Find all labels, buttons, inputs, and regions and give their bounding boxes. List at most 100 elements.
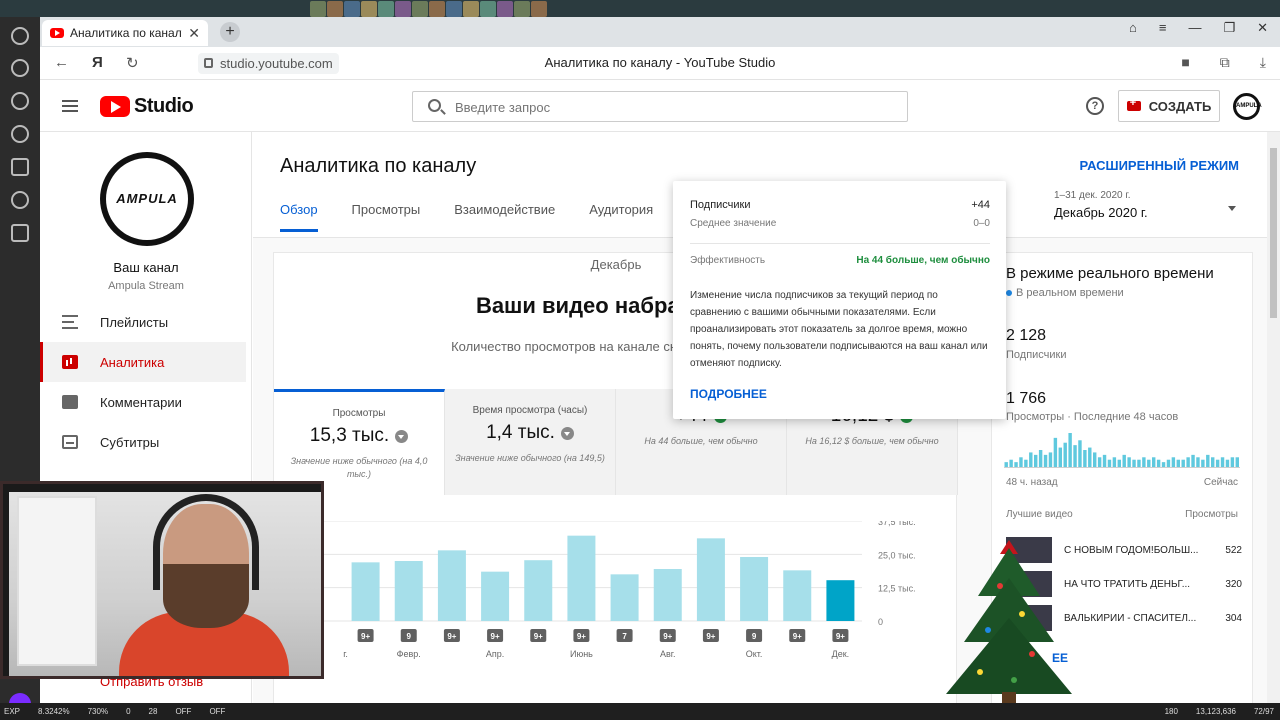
tab-overview[interactable]: Обзор — [280, 202, 318, 232]
video-count-badge-label: 9+ — [447, 632, 456, 641]
help-icon[interactable]: ? — [1086, 97, 1104, 115]
webcam-overlay — [0, 481, 324, 679]
window-controls: ⌂ ≡ — ❐ ✕ — [1129, 20, 1268, 36]
bookmarks-icon[interactable] — [11, 125, 29, 143]
sparkline-bar — [1137, 459, 1141, 467]
collections-icon[interactable] — [11, 158, 29, 176]
browser-tab[interactable]: Аналитика по каналу - ✕ — [42, 20, 208, 46]
status-item: 180 — [1164, 707, 1178, 716]
monthly-views-chart: 37,5 тыс. 25,0 тыс. 12,5 тыс. 0 9+ 9 9+ 9+ 9+ 9+ 7… — [324, 521, 916, 659]
wallpaper-tile — [327, 1, 343, 17]
menu-icon[interactable]: ≡ — [1159, 20, 1167, 36]
status-item: 72/97 — [1253, 707, 1274, 716]
sidebar-item-playlists[interactable]: Плейлисты — [40, 302, 246, 342]
chevron-down-icon[interactable] — [1228, 206, 1236, 211]
scrollbar-thumb[interactable] — [1270, 148, 1277, 318]
close-tab-icon[interactable]: ✕ — [188, 25, 200, 42]
comments-icon — [62, 395, 78, 409]
search-icon — [428, 99, 441, 112]
studio-logo-text[interactable]: Studio — [134, 95, 194, 118]
chart-bar — [351, 562, 380, 621]
sparkline-bar — [1068, 433, 1072, 467]
webcam-shelf — [17, 496, 97, 666]
page-title: Аналитика по каналу — [280, 155, 477, 177]
tooltip-eff-row: Эффективность На 44 больше, чем обычно — [690, 255, 990, 266]
sparkline-bar — [1206, 454, 1210, 467]
sidebar-item-subtitles[interactable]: Субтитры — [40, 422, 246, 462]
metric-views[interactable]: Просмотры 15,3 тыс. Значение ниже обычно… — [274, 389, 445, 495]
metric-label: Просмотры — [332, 408, 386, 419]
restore-icon[interactable]: ❐ — [1223, 20, 1235, 36]
extensions-icon[interactable]: ⧉ — [1220, 54, 1230, 71]
metric-watch-time[interactable]: Время просмотра (часы) 1,4 тыс. Значение… — [445, 389, 616, 495]
sparkline-bar — [1029, 452, 1033, 467]
advanced-mode-link[interactable]: РАСШИРЕННЫЙ РЕЖИМ — [1080, 158, 1239, 173]
realtime-sparkline — [1004, 433, 1240, 468]
metric-note: Значение ниже обычного (на 149,5) — [455, 453, 605, 463]
y-tick-label: 25,0 тыс. — [878, 550, 916, 560]
tooltip-metric-value: +44 — [971, 199, 990, 211]
search-input[interactable] — [455, 96, 895, 118]
account-avatar[interactable]: AMPULA — [1233, 93, 1262, 120]
video-count-badge-label: 9+ — [361, 632, 370, 641]
x-tick-label: Апр. — [486, 649, 504, 659]
date-range: 1–31 дек. 2020 г. — [1054, 190, 1131, 201]
menu-hamburger-icon[interactable] — [62, 100, 78, 112]
profile-icon[interactable] — [11, 27, 29, 45]
sparkline-bar — [1142, 457, 1146, 467]
youtube-logo-icon[interactable] — [100, 96, 130, 117]
date-range-selector[interactable]: 1–31 дек. 2020 г. Декабрь 2020 г. — [1054, 190, 1148, 220]
tab-one-icon[interactable] — [11, 224, 29, 242]
metric-note: Значение ниже обычного (на 4,0 тыс.) — [290, 456, 428, 479]
pin-icon[interactable]: ⌂ — [1129, 20, 1137, 36]
sparkline-bar — [1235, 457, 1239, 467]
x-tick-label: Окт. — [746, 649, 763, 659]
video-title: НА ЧТО ТРАТИТЬ ДЕНЬГ... — [1064, 578, 1191, 590]
tree-ornament — [985, 627, 991, 633]
sparkline-bar — [1117, 459, 1121, 467]
sparkline-bar — [1048, 452, 1053, 467]
downloads-icon[interactable]: ⤓ — [1260, 54, 1266, 71]
tab-engagement[interactable]: Взаимодействие — [454, 202, 555, 232]
sidebar-item-analytics[interactable]: Аналитика — [40, 342, 246, 382]
tooltip-divider — [690, 243, 990, 244]
chart-bar — [437, 550, 466, 621]
sparkline-bar — [1181, 459, 1185, 467]
wallpaper-tile — [463, 1, 479, 17]
sparkline-bar — [1009, 459, 1013, 467]
tab-audience[interactable]: Аудитория — [589, 202, 653, 232]
create-button[interactable]: СОЗДАТЬ — [1118, 90, 1220, 122]
sparkline-bar — [1019, 457, 1023, 467]
sparkline-bar — [1191, 454, 1195, 467]
minimize-icon[interactable]: — — [1188, 20, 1201, 36]
sparkline-bar — [1038, 450, 1043, 467]
player-icon[interactable] — [11, 191, 29, 209]
page-scrollbar[interactable] — [1267, 132, 1280, 703]
create-label: СОЗДАТЬ — [1148, 98, 1212, 114]
learn-more-link[interactable]: ПОДРОБНЕЕ — [690, 387, 767, 401]
bookmark-icon[interactable]: ■ — [1181, 54, 1189, 71]
notifications-icon[interactable] — [11, 59, 29, 77]
sidebar-item-comments[interactable]: Комментарии — [40, 382, 246, 422]
video-count-badge-label: 9+ — [663, 632, 672, 641]
youtube-favicon-icon — [50, 28, 64, 38]
top-videos-header: Лучшие видео — [1006, 509, 1073, 520]
search-box[interactable] — [412, 91, 908, 122]
video-count-badge-label: 9+ — [534, 632, 543, 641]
tab-views[interactable]: Просмотры — [352, 202, 421, 232]
new-tab-button[interactable]: + — [220, 22, 240, 42]
sparkline-bar — [1186, 457, 1190, 467]
chart-bar — [783, 570, 812, 621]
bottom-status-bar: EXP 8.3242% 730% 0 28 OFF OFF 180 13,123… — [0, 703, 1280, 720]
sparkline-bar — [1152, 457, 1156, 467]
sparkline-bar — [1073, 445, 1077, 467]
tooltip-avg-row: Среднее значение 0–0 — [690, 218, 990, 229]
history-icon[interactable] — [11, 92, 29, 110]
sparkline-bar — [1122, 454, 1126, 467]
wallpaper-tile — [429, 1, 445, 17]
realtime-live-label: В реальном времени — [1016, 287, 1124, 299]
christmas-tree-decoration — [946, 540, 1072, 704]
close-window-icon[interactable]: ✕ — [1257, 20, 1268, 36]
channel-avatar[interactable]: AMPULA — [100, 152, 194, 246]
sparkline-bar — [1102, 454, 1107, 467]
